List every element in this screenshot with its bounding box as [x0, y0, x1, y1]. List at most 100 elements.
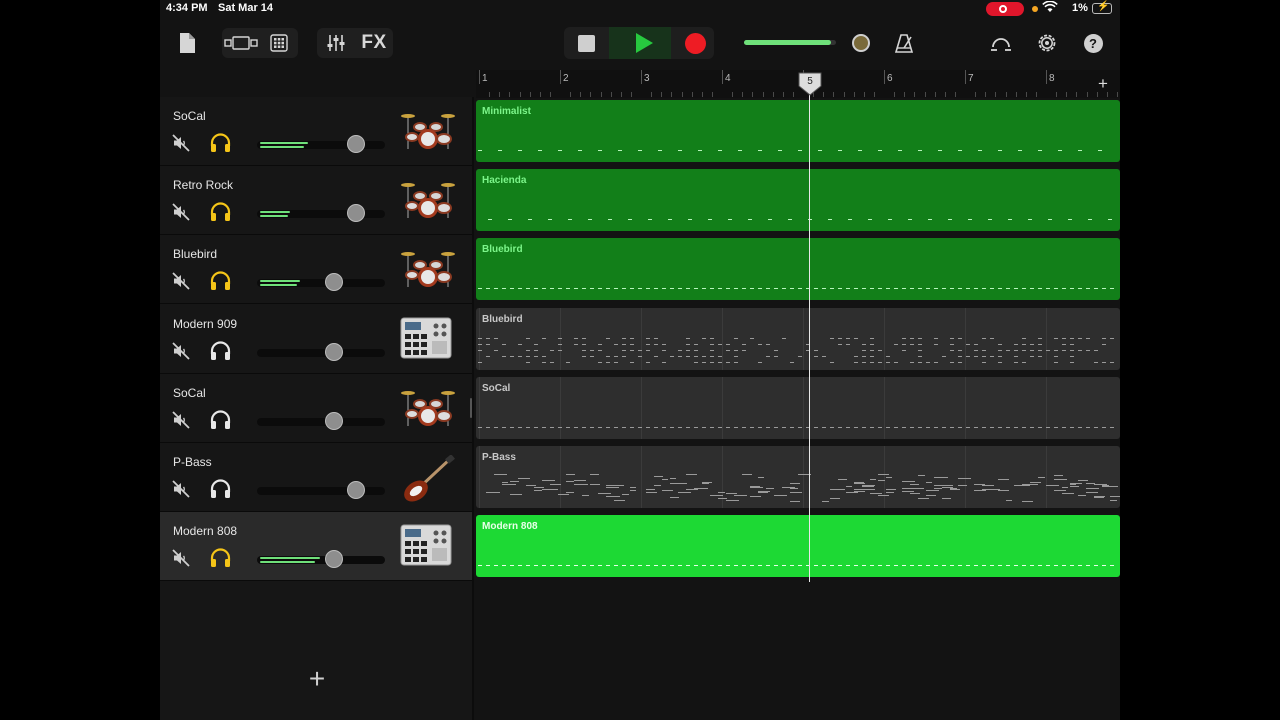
volume-knob[interactable]: [324, 550, 343, 569]
bar-number: 7: [968, 73, 974, 84]
header-divider: [472, 97, 474, 720]
drum-kit-icon[interactable]: [400, 247, 456, 295]
level-meter-left: [260, 557, 320, 560]
track-region[interactable]: Bluebird: [476, 307, 1120, 370]
region-name: Minimalist: [482, 106, 531, 117]
track-region[interactable]: Hacienda: [476, 169, 1120, 232]
bar-tick: [965, 70, 966, 84]
record-button[interactable]: [677, 28, 713, 58]
track-name: Modern 909: [173, 316, 238, 331]
help-button[interactable]: ?: [1078, 28, 1108, 58]
master-volume-fill: [744, 40, 832, 45]
bar-tick: [722, 70, 723, 84]
my-songs-button[interactable]: [174, 28, 200, 58]
mute-button-icon[interactable]: [172, 549, 190, 567]
solo-headphones-icon[interactable]: [209, 410, 232, 430]
grid-icon: [270, 34, 288, 52]
solo-headphones-icon[interactable]: [209, 271, 232, 291]
track-name: P-Bass: [173, 455, 212, 469]
fx-button[interactable]: FX: [356, 28, 392, 58]
track-volume-slider[interactable]: [257, 487, 385, 495]
bar-tick: [1046, 70, 1047, 84]
view-toggle-icon: [224, 36, 258, 50]
bar-number: 1: [482, 73, 488, 84]
tracks-view-button[interactable]: [222, 28, 260, 58]
track-header[interactable]: P-Bass: [160, 443, 472, 512]
playhead-bar-number: 5: [807, 76, 813, 87]
fx-label: FX: [361, 32, 387, 53]
mute-button-icon[interactable]: [172, 134, 190, 152]
mixer-icon: [327, 35, 345, 51]
drum-machine-icon[interactable]: [400, 317, 456, 365]
volume-knob[interactable]: [324, 273, 343, 292]
solo-headphones-icon[interactable]: [209, 548, 232, 568]
mute-button-icon[interactable]: [172, 411, 190, 429]
track-header[interactable]: Bluebird: [160, 235, 472, 305]
region-notes: [488, 219, 1112, 221]
region-notes: [478, 150, 1102, 151]
resize-handle[interactable]: [470, 398, 472, 418]
solo-headphones-icon[interactable]: [209, 133, 232, 153]
level-meter-right: [260, 215, 288, 218]
track-header-list: SoCal Retro Rock Bluebird Modern 909 SoCal P-…: [160, 97, 474, 720]
solo-headphones-icon[interactable]: [209, 479, 232, 499]
drum-machine-icon[interactable]: [400, 524, 456, 572]
document-icon: [180, 33, 195, 53]
mute-button-icon[interactable]: [172, 272, 190, 291]
track-region[interactable]: Minimalist: [476, 100, 1120, 162]
grid-view-button[interactable]: [260, 28, 298, 58]
drum-kit-icon[interactable]: [400, 178, 456, 226]
mute-button-icon[interactable]: [172, 203, 190, 221]
track-region[interactable]: P-Bass: [476, 446, 1120, 508]
volume-knob[interactable]: [346, 204, 365, 223]
stop-button[interactable]: [568, 28, 604, 58]
track-volume-slider[interactable]: [257, 348, 385, 357]
track-header[interactable]: Modern 909: [160, 305, 472, 374]
volume-knob[interactable]: [346, 135, 365, 153]
track-region-area: Minimalist Hacienda Bluebird Bluebird SoCal P…: [476, 97, 1120, 720]
track-name: Modern 808: [173, 524, 238, 539]
drum-kit-icon[interactable]: [400, 386, 456, 434]
screen-recording-icon: [986, 2, 1024, 16]
track-header[interactable]: Retro Rock: [160, 166, 472, 236]
master-volume-slider[interactable]: [744, 40, 836, 45]
solo-headphones-icon[interactable]: [209, 202, 232, 222]
region-name: Bluebird: [482, 313, 523, 325]
solo-headphones-icon[interactable]: [209, 341, 232, 361]
metronome-icon: [894, 34, 914, 53]
volume-knob[interactable]: [346, 481, 365, 499]
track-region[interactable]: SoCal: [476, 376, 1120, 439]
track-region[interactable]: Bluebird: [476, 238, 1120, 301]
track-header[interactable]: Modern 808: [160, 512, 472, 582]
mute-button-icon[interactable]: [172, 341, 190, 360]
loop-browser-button[interactable]: [986, 28, 1016, 58]
mute-button-icon[interactable]: [172, 480, 190, 498]
region-notes: [478, 288, 1114, 290]
add-track-button[interactable]: +: [306, 665, 328, 693]
volume-knob[interactable]: [324, 342, 343, 361]
track-name: SoCal: [173, 109, 206, 123]
drum-kit-icon[interactable]: [400, 109, 456, 157]
track-header[interactable]: SoCal: [160, 97, 472, 166]
add-section-button[interactable]: +: [1098, 74, 1108, 94]
help-icon: ?: [1083, 33, 1103, 53]
volume-knob[interactable]: [324, 411, 343, 430]
playhead-line: [809, 88, 810, 582]
master-volume-knob[interactable]: [852, 34, 870, 52]
track-header[interactable]: SoCal: [160, 374, 472, 443]
level-meter-left: [260, 211, 290, 214]
playhead-handle[interactable]: 5: [798, 72, 822, 96]
level-meter-left: [260, 142, 308, 144]
loop-icon: [991, 38, 1011, 51]
settings-button[interactable]: [1032, 28, 1062, 58]
settings-icon: [1038, 34, 1056, 52]
track-name: Retro Rock: [173, 178, 234, 193]
mixer-button[interactable]: [318, 28, 354, 58]
status-time: 4:34 PM: [166, 2, 208, 14]
metronome-button[interactable]: [890, 28, 920, 58]
track-region[interactable]: Modern 808: [476, 515, 1120, 578]
track-volume-slider[interactable]: [257, 417, 385, 426]
play-button[interactable]: [624, 28, 660, 58]
bass-guitar-icon[interactable]: [400, 454, 456, 503]
level-meter-right: [260, 561, 315, 564]
